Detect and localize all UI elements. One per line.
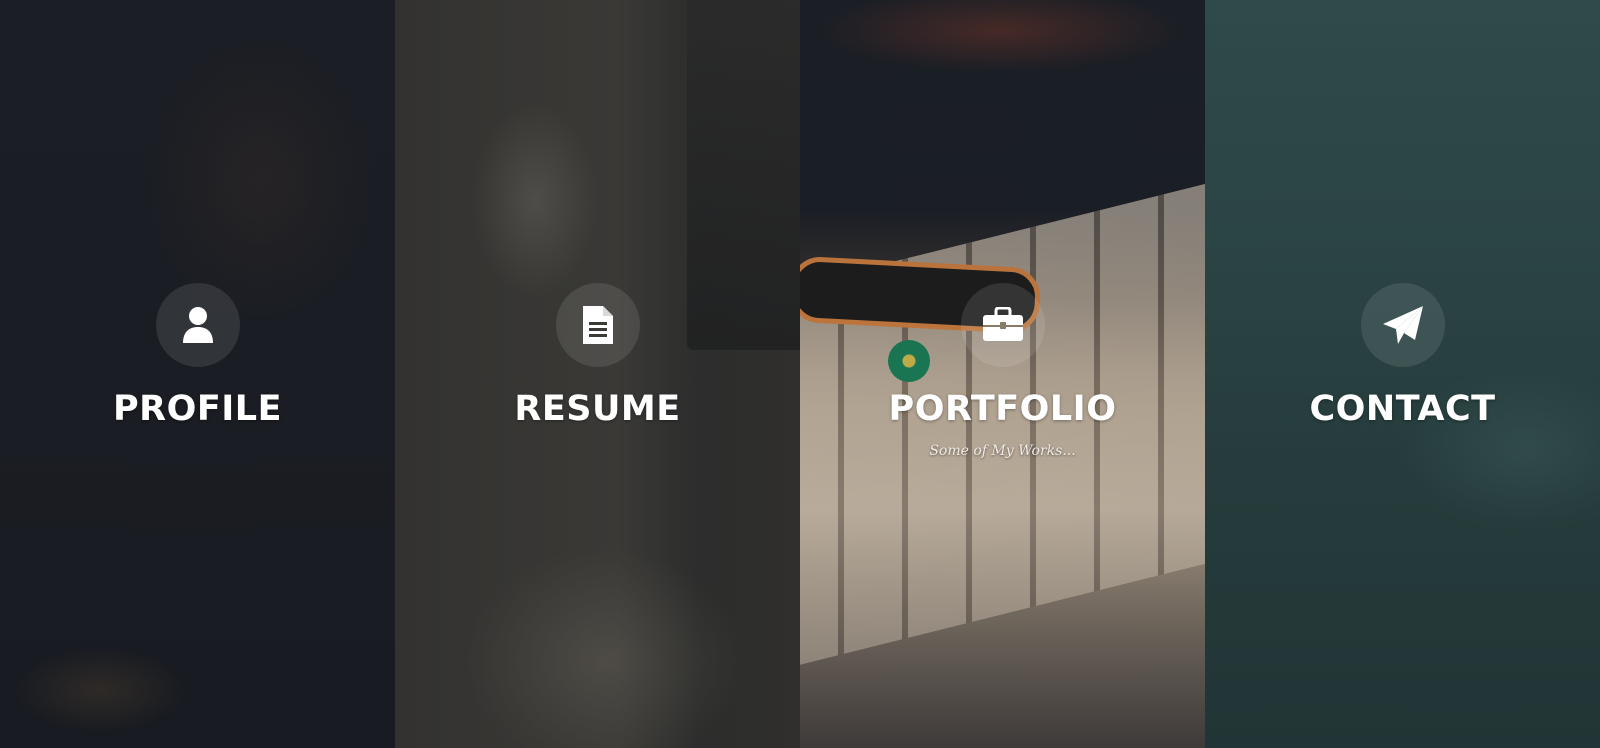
panel-subtitle-portfolio: Some of My Works... <box>929 443 1076 459</box>
panel-contact[interactable]: CONTACT <box>1205 0 1600 748</box>
panel-title-profile: PROFILE <box>113 389 282 429</box>
panel-resume[interactable]: RESUME <box>395 0 800 748</box>
panel-profile[interactable]: PROFILE <box>0 0 395 748</box>
document-icon[interactable] <box>555 283 640 367</box>
panel-portfolio-content: PORTFOLIO Some of My Works... <box>800 283 1205 459</box>
user-icon[interactable] <box>155 283 240 367</box>
panel-contact-content: CONTACT <box>1205 283 1600 429</box>
briefcase-icon[interactable] <box>960 283 1045 367</box>
panel-menu: PROFILE RESUME PORTFOLIO Some of My Work… <box>0 0 1600 748</box>
panel-portfolio[interactable]: PORTFOLIO Some of My Works... <box>800 0 1205 748</box>
panel-title-portfolio: PORTFOLIO <box>888 389 1117 429</box>
panel-title-contact: CONTACT <box>1309 389 1496 429</box>
panel-resume-content: RESUME <box>395 283 800 429</box>
panel-profile-content: PROFILE <box>0 283 395 429</box>
paper-plane-icon[interactable] <box>1360 283 1445 367</box>
panel-title-resume: RESUME <box>514 389 681 429</box>
